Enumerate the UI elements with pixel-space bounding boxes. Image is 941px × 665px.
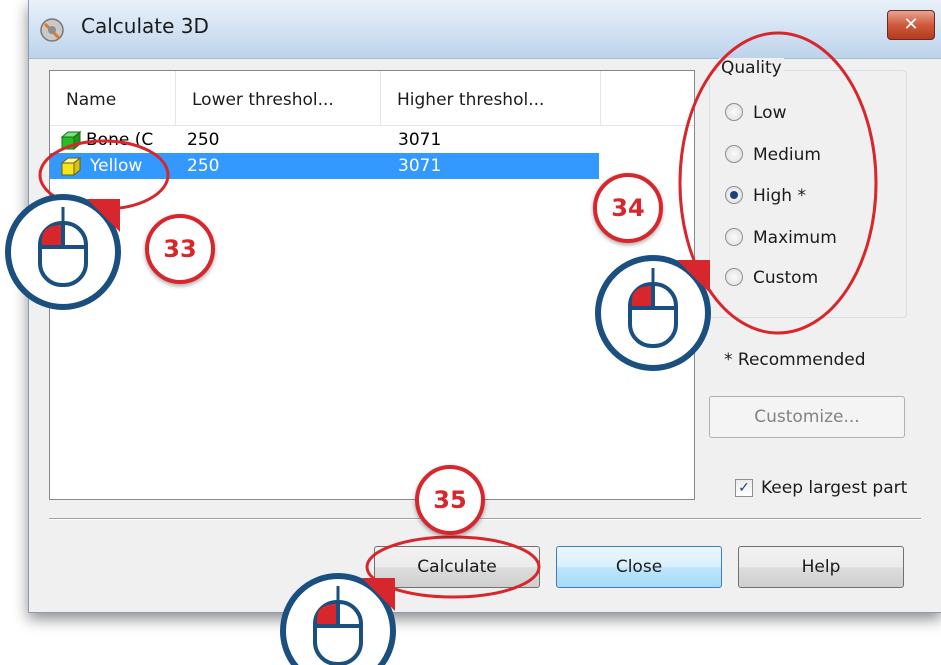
list-row-yellow[interactable]: Yellow 250 3071 <box>50 153 599 179</box>
radio-label: Low <box>753 103 787 123</box>
help-button[interactable]: Help <box>738 546 904 588</box>
checkbox[interactable]: ✓ <box>735 479 753 497</box>
radio-selected-dot <box>730 191 738 199</box>
row-higher-threshold: 3071 <box>398 156 442 176</box>
column-header-lower-threshold[interactable]: Lower threshol... <box>176 71 381 125</box>
row-higher-threshold: 3071 <box>398 130 442 150</box>
separator <box>49 518 921 520</box>
quality-legend: Quality <box>719 58 784 78</box>
step-34-badge: 34 <box>593 173 663 243</box>
close-button[interactable]: Close <box>556 546 722 588</box>
step-35-badge: 35 <box>415 465 485 535</box>
close-icon: ✕ <box>903 14 919 35</box>
recommended-note: * Recommended <box>724 350 866 370</box>
row-name: Yellow <box>90 156 143 176</box>
radio-label: Maximum <box>753 228 837 248</box>
yellow-cube-icon <box>60 156 82 176</box>
column-header-higher-threshold[interactable]: Higher threshol... <box>381 71 601 125</box>
green-cube-icon <box>60 130 82 150</box>
radio-button[interactable] <box>725 145 743 163</box>
row-name: Bone (C <box>86 130 154 150</box>
title-bar: Calculate 3D ✕ <box>29 0 941 59</box>
radio-button[interactable] <box>725 186 743 204</box>
radio-label: Medium <box>753 145 821 165</box>
radio-label: Custom <box>753 268 819 288</box>
radio-label: High * <box>753 186 806 206</box>
customize-button[interactable]: Customize... <box>709 396 905 438</box>
radio-button[interactable] <box>725 103 743 121</box>
calculate-button[interactable]: Calculate <box>374 546 540 588</box>
mask-list[interactable]: Name Lower threshol... Higher threshol..… <box>49 70 695 500</box>
app-icon <box>40 18 64 42</box>
row-lower-threshold: 250 <box>187 130 220 150</box>
list-header: Name Lower threshol... Higher threshol..… <box>50 71 694 126</box>
row-lower-threshold: 250 <box>187 156 220 176</box>
list-row-bone[interactable]: Bone (C 250 3071 <box>50 127 599 153</box>
checkbox-label: Keep largest part <box>761 478 908 498</box>
window-close-button[interactable]: ✕ <box>887 10 935 40</box>
window-title: Calculate 3D <box>81 14 209 38</box>
column-header-name[interactable]: Name <box>50 71 176 125</box>
radio-button[interactable] <box>725 228 743 246</box>
radio-button[interactable] <box>725 268 743 286</box>
step-33-badge: 33 <box>145 214 215 284</box>
calculate-3d-dialog: Calculate 3D ✕ Name Lower threshol... Hi… <box>28 0 941 613</box>
